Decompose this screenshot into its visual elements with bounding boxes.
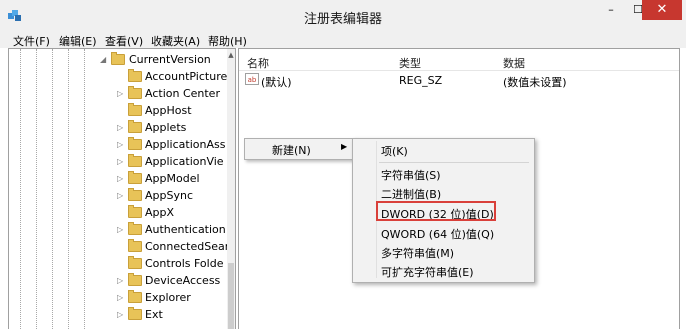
tree-item[interactable]: ▷ Action Center xyxy=(9,85,227,102)
menu-edit[interactable]: 编辑(E) xyxy=(59,33,97,49)
menu-file[interactable]: 文件(F) xyxy=(13,33,50,49)
tree-item-label: CurrentVersion xyxy=(129,53,211,66)
folder-icon xyxy=(128,307,142,320)
menu-separator xyxy=(379,162,529,163)
submenu-item-expandstring[interactable]: 可扩充字符串值(E) xyxy=(381,264,474,280)
menu-item-new[interactable]: 新建(N) xyxy=(272,142,311,158)
new-submenu: 项(K) 字符串值(S) 二进制值(B) DWORD (32 位)值(D) QW… xyxy=(352,138,535,283)
title-bar: 注册表编辑器 – ☐ ✕ xyxy=(0,0,686,32)
tree-item-label: ApplicationVie xyxy=(145,155,224,168)
value-type: REG_SZ xyxy=(399,74,443,87)
folder-icon xyxy=(128,69,142,82)
string-value-icon: ab xyxy=(245,73,259,85)
tree-item[interactable]: AppX xyxy=(9,204,227,221)
tree-item-label: AppModel xyxy=(145,172,200,185)
expand-arrow-icon[interactable]: ▷ xyxy=(117,136,123,153)
column-header-name[interactable]: 名称 xyxy=(247,55,269,71)
expand-arrow-icon[interactable]: ▷ xyxy=(117,306,123,323)
tree-item[interactable]: ▷ AppSync xyxy=(9,187,227,204)
submenu-item-qword[interactable]: QWORD (64 位)值(Q) xyxy=(381,226,494,242)
menu-bar: 文件(F) 编辑(E) 查看(V) 收藏夹(A) 帮助(H) xyxy=(0,32,686,48)
menu-favorites[interactable]: 收藏夹(A) xyxy=(151,33,200,49)
tree-pane[interactable]: ◢ CurrentVersion AccountPicture ▷ Action… xyxy=(8,48,236,329)
expand-arrow-icon[interactable]: ▷ xyxy=(117,170,123,187)
tree-item[interactable]: AccountPicture xyxy=(9,68,227,85)
folder-icon xyxy=(128,273,142,286)
tree-item-label: Controls Folde xyxy=(145,257,224,270)
tree-item[interactable]: AppHost xyxy=(9,102,227,119)
submenu-item-multistring[interactable]: 多字符串值(M) xyxy=(381,245,454,261)
value-data: (数值未设置) xyxy=(503,76,567,89)
scroll-up-icon[interactable]: ▲ xyxy=(227,51,235,59)
tree-item[interactable]: ConnectedSear xyxy=(9,238,230,255)
expand-arrow-icon[interactable]: ▷ xyxy=(117,119,123,136)
folder-open-icon xyxy=(111,52,125,65)
tree-item-label: Applets xyxy=(145,121,187,134)
tree-item[interactable]: ▷ ApplicationAss xyxy=(9,136,227,153)
tree-item-label: Authentication xyxy=(145,223,226,236)
tree-item[interactable]: Controls Folde xyxy=(9,255,227,272)
submenu-item-binary[interactable]: 二进制值(B) xyxy=(381,186,441,202)
folder-icon xyxy=(128,290,142,303)
column-header-data[interactable]: 数据 xyxy=(503,55,525,71)
tree-item-label: ConnectedSear xyxy=(145,240,230,253)
folder-icon xyxy=(128,239,142,252)
expand-arrow-icon[interactable]: ▷ xyxy=(117,221,123,238)
column-header-type[interactable]: 类型 xyxy=(399,55,421,71)
expand-arrow-icon[interactable]: ▷ xyxy=(117,289,123,306)
tree-item-label: Action Center xyxy=(145,87,220,100)
tree-item[interactable]: ▷ Authentication xyxy=(9,221,227,238)
tree-item[interactable]: ▷ Applets xyxy=(9,119,227,136)
folder-icon xyxy=(128,205,142,218)
tree-item-label: Explorer xyxy=(145,291,191,304)
submenu-arrow-icon: ▶ xyxy=(341,142,348,151)
expand-arrow-icon[interactable]: ▷ xyxy=(117,272,123,289)
tree-item[interactable]: ▷ AppModel xyxy=(9,170,227,187)
submenu-item-string[interactable]: 字符串值(S) xyxy=(381,167,441,183)
close-button[interactable]: ✕ xyxy=(642,0,682,20)
menu-help[interactable]: 帮助(H) xyxy=(208,33,247,49)
scrollbar-thumb[interactable] xyxy=(228,263,234,329)
collapse-arrow-icon[interactable]: ◢ xyxy=(100,51,106,68)
tree-item-label: Ext xyxy=(145,308,163,321)
folder-icon xyxy=(128,154,142,167)
tree-item-label: ApplicationAss xyxy=(145,138,226,151)
folder-icon xyxy=(128,137,142,150)
window-title: 注册表编辑器 xyxy=(303,12,382,27)
tree-item[interactable]: ▷ ApplicationVie xyxy=(9,153,227,170)
expand-arrow-icon[interactable]: ▷ xyxy=(117,85,123,102)
expand-arrow-icon[interactable]: ▷ xyxy=(117,153,123,170)
tree-item-label: AccountPicture xyxy=(145,70,228,83)
tree-item-label: AppX xyxy=(145,206,175,219)
folder-icon xyxy=(128,256,142,269)
folder-icon xyxy=(128,188,142,201)
submenu-item-key[interactable]: 项(K) xyxy=(381,143,408,159)
expand-arrow-icon[interactable]: ▷ xyxy=(117,187,123,204)
tree-item-currentversion[interactable]: ◢ CurrentVersion xyxy=(9,51,227,68)
tree-item-label: AppSync xyxy=(145,189,194,202)
tree-item[interactable]: ▷ DeviceAccess xyxy=(9,272,227,289)
tree-scrollbar[interactable]: ▲ xyxy=(227,49,235,329)
dword-highlight-box xyxy=(376,201,496,221)
folder-icon xyxy=(128,103,142,116)
folder-icon xyxy=(128,171,142,184)
tree-item-label: DeviceAccess xyxy=(145,274,221,287)
tree-item[interactable]: ▷ Ext xyxy=(9,306,227,323)
tree-item-label: AppHost xyxy=(145,104,192,117)
folder-icon xyxy=(128,222,142,235)
folder-icon xyxy=(128,120,142,133)
header-divider xyxy=(239,70,679,71)
context-menu: 新建(N) ▶ xyxy=(244,138,356,160)
minimize-button[interactable]: – xyxy=(598,0,624,20)
tree-item[interactable]: ▷ Explorer xyxy=(9,289,227,306)
value-name[interactable]: (默认) xyxy=(261,74,292,90)
menu-view[interactable]: 查看(V) xyxy=(105,33,143,49)
folder-icon xyxy=(128,86,142,99)
